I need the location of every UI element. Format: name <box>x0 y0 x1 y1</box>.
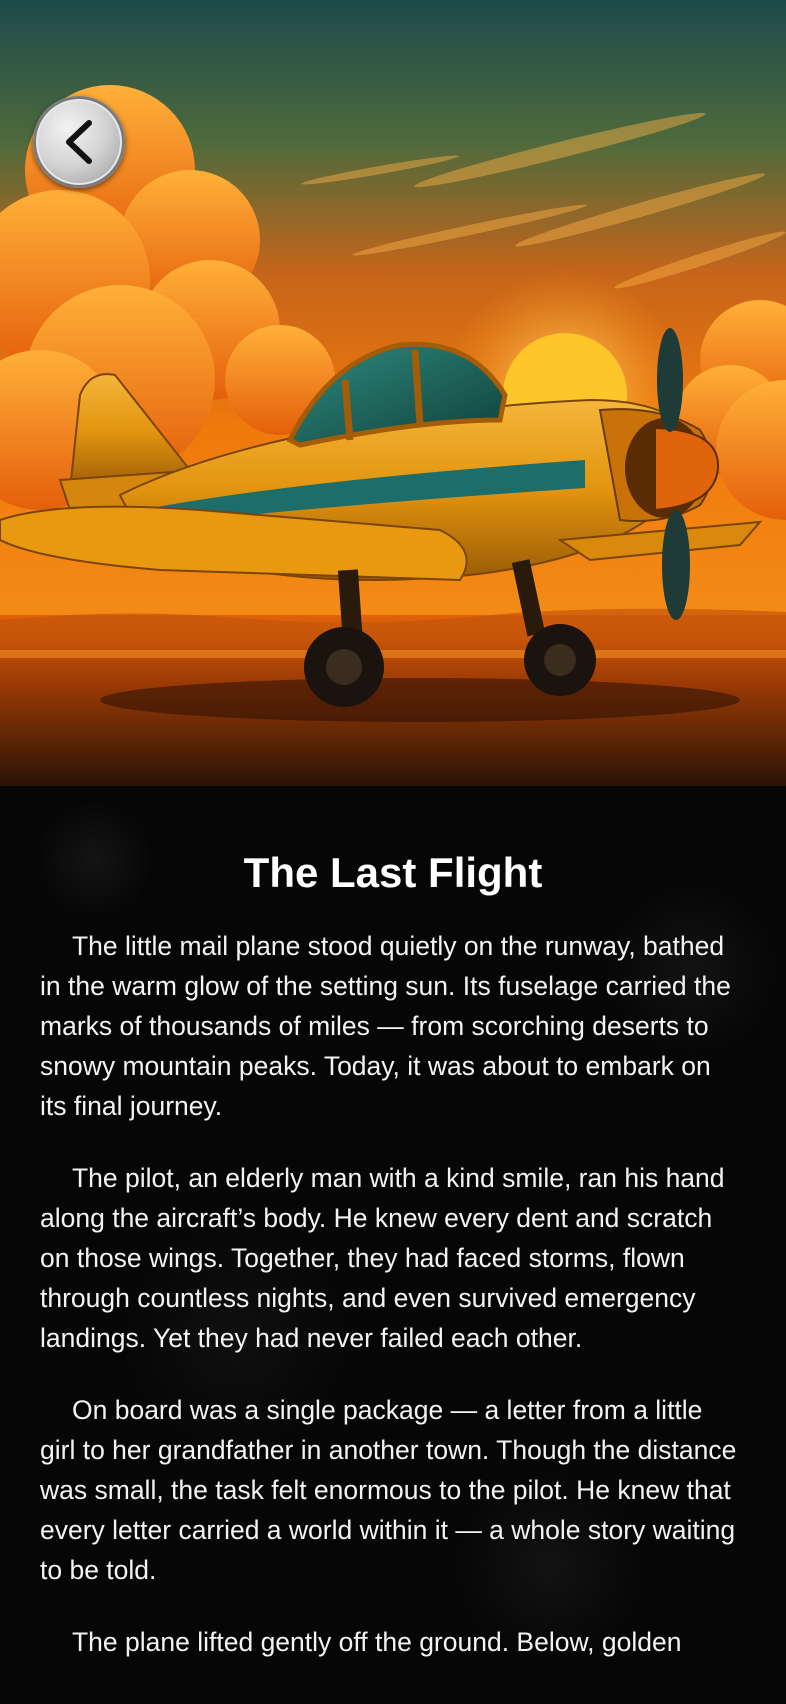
story-paragraph: The pilot, an elderly man with a kind sm… <box>40 1163 725 1353</box>
hero-illustration <box>0 0 786 786</box>
story-title: The Last Flight <box>243 849 543 896</box>
story-content: The Last Flight The little mail plane st… <box>0 786 786 1704</box>
chevron-left-icon <box>66 120 92 164</box>
story-body: The little mail plane stood quietly on t… <box>40 926 740 1694</box>
back-button[interactable] <box>33 96 125 188</box>
story-paragraph: On board was a single package — a letter… <box>40 1395 737 1585</box>
story-paragraph: The plane lifted gently off the ground. … <box>72 1627 682 1657</box>
story-paragraph: The little mail plane stood quietly on t… <box>40 931 731 1121</box>
